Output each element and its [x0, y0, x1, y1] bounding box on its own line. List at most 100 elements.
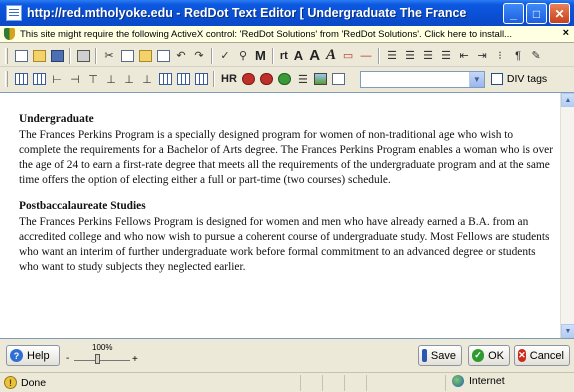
- bullet-list-icon[interactable]: ⁝: [492, 48, 508, 64]
- editor-toolbar-formatting: ✂ ↶ ↷ ✓ ⚲ M rt A A A ▭ — ☰ ☰ ☰ ☰ ⇤ ⇥ ⁝ ¶…: [0, 45, 574, 67]
- section-heading: Undergraduate: [19, 113, 94, 125]
- toolbar-separator: [213, 71, 215, 87]
- editor-toolbar-insert: ⊢ ⊣ ⊤ ⊥ ⊥ ⊥ HR ☰ ▼ DIV tags: [0, 68, 574, 90]
- paragraph-style-select[interactable]: ▼: [359, 70, 485, 88]
- cancel-button[interactable]: ✕ Cancel: [514, 345, 570, 366]
- security-shield-icon: [4, 28, 15, 40]
- insert-row-below-icon[interactable]: ⊥: [121, 71, 137, 87]
- activex-info-text[interactable]: This site might require the following Ac…: [20, 29, 560, 40]
- numbered-list-icon[interactable]: ¶: [510, 48, 526, 64]
- merge-cells-icon[interactable]: [157, 71, 173, 87]
- document-body[interactable]: Undergraduate The Frances Perkins Progra…: [19, 112, 554, 286]
- ok-button[interactable]: ✓ OK: [468, 345, 510, 366]
- cancel-icon: ✕: [518, 349, 526, 362]
- maximize-button[interactable]: □: [526, 3, 547, 24]
- status-divider: [344, 375, 345, 391]
- insert-column-left-icon[interactable]: ⊢: [49, 71, 65, 87]
- remove-format-icon[interactable]: ☰: [295, 71, 311, 87]
- close-window-button[interactable]: ✕: [549, 3, 570, 24]
- italic-font-button[interactable]: A: [324, 47, 338, 64]
- insert-row-above-icon[interactable]: ⊥: [103, 71, 119, 87]
- align-left-icon[interactable]: ☰: [384, 48, 400, 64]
- help-button-label: Help: [27, 349, 50, 362]
- undo-icon[interactable]: ↶: [173, 48, 189, 64]
- save-disk-icon[interactable]: [49, 48, 65, 64]
- toolbar-separator: [95, 47, 97, 64]
- toolbar-grip[interactable]: [5, 71, 8, 87]
- style-rt-button[interactable]: rt: [278, 48, 290, 64]
- toolbar-separator: [69, 47, 71, 64]
- text-color-icon[interactable]: ▭: [340, 48, 356, 64]
- insert-link-icon[interactable]: [259, 71, 275, 87]
- warning-icon: !: [4, 376, 17, 389]
- vertical-scrollbar[interactable]: ▲ ▼: [560, 93, 574, 338]
- scroll-up-icon[interactable]: ▲: [561, 93, 574, 107]
- window-title-bar[interactable]: http://red.mtholyoke.edu - RedDot Text E…: [0, 0, 574, 26]
- delete-row-icon[interactable]: ⊥: [139, 71, 155, 87]
- zoom-thumb[interactable]: [95, 354, 100, 364]
- section-heading: Postbaccalaureate Studies: [19, 200, 146, 212]
- horizontal-rule-button[interactable]: HR: [219, 71, 239, 87]
- toolbar-separator: [378, 47, 381, 64]
- cut-icon[interactable]: ✂: [101, 48, 117, 64]
- insert-anchor-icon[interactable]: [277, 71, 293, 87]
- insert-image-icon[interactable]: [313, 71, 329, 87]
- div-tags-label: DIV tags: [506, 73, 548, 85]
- insert-table-icon[interactable]: [13, 71, 29, 87]
- zoom-track[interactable]: [74, 360, 130, 361]
- div-tags-checkbox[interactable]: [490, 73, 503, 85]
- zoom-in-label[interactable]: +: [132, 354, 138, 365]
- security-zone-label: Internet: [469, 375, 505, 387]
- toolbar-separator: [271, 47, 274, 64]
- scroll-down-icon[interactable]: ▼: [561, 324, 574, 338]
- editor-content-area[interactable]: Undergraduate The Frances Perkins Progra…: [0, 92, 574, 339]
- outdent-icon[interactable]: ⇤: [456, 48, 472, 64]
- print-icon[interactable]: [75, 48, 91, 64]
- paste-icon[interactable]: [137, 48, 153, 64]
- status-text: Done: [21, 376, 47, 389]
- floppy-disk-icon: [422, 349, 427, 362]
- window-title: http://red.mtholyoke.edu - RedDot Text E…: [27, 6, 467, 20]
- chevron-down-icon[interactable]: ▼: [468, 71, 484, 87]
- copy-icon[interactable]: [119, 48, 135, 64]
- paste-text-icon[interactable]: [155, 48, 171, 64]
- font-size-small-button[interactable]: A: [292, 48, 305, 64]
- justify-icon[interactable]: ☰: [438, 48, 454, 64]
- minimize-button[interactable]: _: [503, 3, 524, 24]
- format-painter-icon[interactable]: ✎: [528, 48, 544, 64]
- zoom-out-label[interactable]: -: [66, 353, 69, 364]
- open-folder-icon[interactable]: [31, 48, 47, 64]
- source-view-icon[interactable]: [331, 71, 347, 87]
- font-size-large-button[interactable]: A: [307, 47, 322, 64]
- align-right-icon[interactable]: ☰: [420, 48, 436, 64]
- indent-icon[interactable]: ⇥: [474, 48, 490, 64]
- editor-bottom-bar: ? Help 100% - + Save ✓ OK ✕ Cancel: [0, 340, 574, 371]
- help-icon: ?: [10, 349, 23, 362]
- split-cell-icon[interactable]: [175, 71, 191, 87]
- save-button[interactable]: Save: [418, 345, 462, 366]
- zoom-slider[interactable]: 100% - +: [66, 343, 138, 369]
- cancel-button-label: Cancel: [529, 349, 564, 362]
- delete-column-icon[interactable]: ⊤: [85, 71, 101, 87]
- security-zone[interactable]: Internet: [452, 375, 505, 387]
- status-divider: [300, 375, 301, 391]
- redo-icon[interactable]: ↷: [191, 48, 207, 64]
- save-button-label: Save: [430, 349, 456, 362]
- infobar-close-icon[interactable]: ×: [563, 27, 569, 39]
- insert-column-right-icon[interactable]: ⊣: [67, 71, 83, 87]
- align-center-icon[interactable]: ☰: [402, 48, 418, 64]
- spellcheck-icon[interactable]: ✓: [217, 48, 233, 64]
- help-button[interactable]: ? Help: [6, 345, 60, 366]
- ok-button-label: OK: [488, 349, 504, 362]
- cell-properties-icon[interactable]: [193, 71, 209, 87]
- toolbar-grip[interactable]: [5, 47, 8, 64]
- special-character-icon[interactable]: [241, 71, 257, 87]
- strikethrough-icon[interactable]: —: [358, 48, 374, 64]
- find-replace-icon[interactable]: ⚲: [235, 48, 251, 64]
- new-document-icon[interactable]: [13, 48, 29, 64]
- macro-button[interactable]: M: [253, 48, 268, 64]
- zoom-level-label: 100%: [92, 343, 113, 352]
- table-properties-icon[interactable]: [31, 71, 47, 87]
- div-tags-toggle[interactable]: DIV tags: [490, 73, 548, 85]
- activex-info-bar[interactable]: This site might require the following Ac…: [0, 26, 574, 43]
